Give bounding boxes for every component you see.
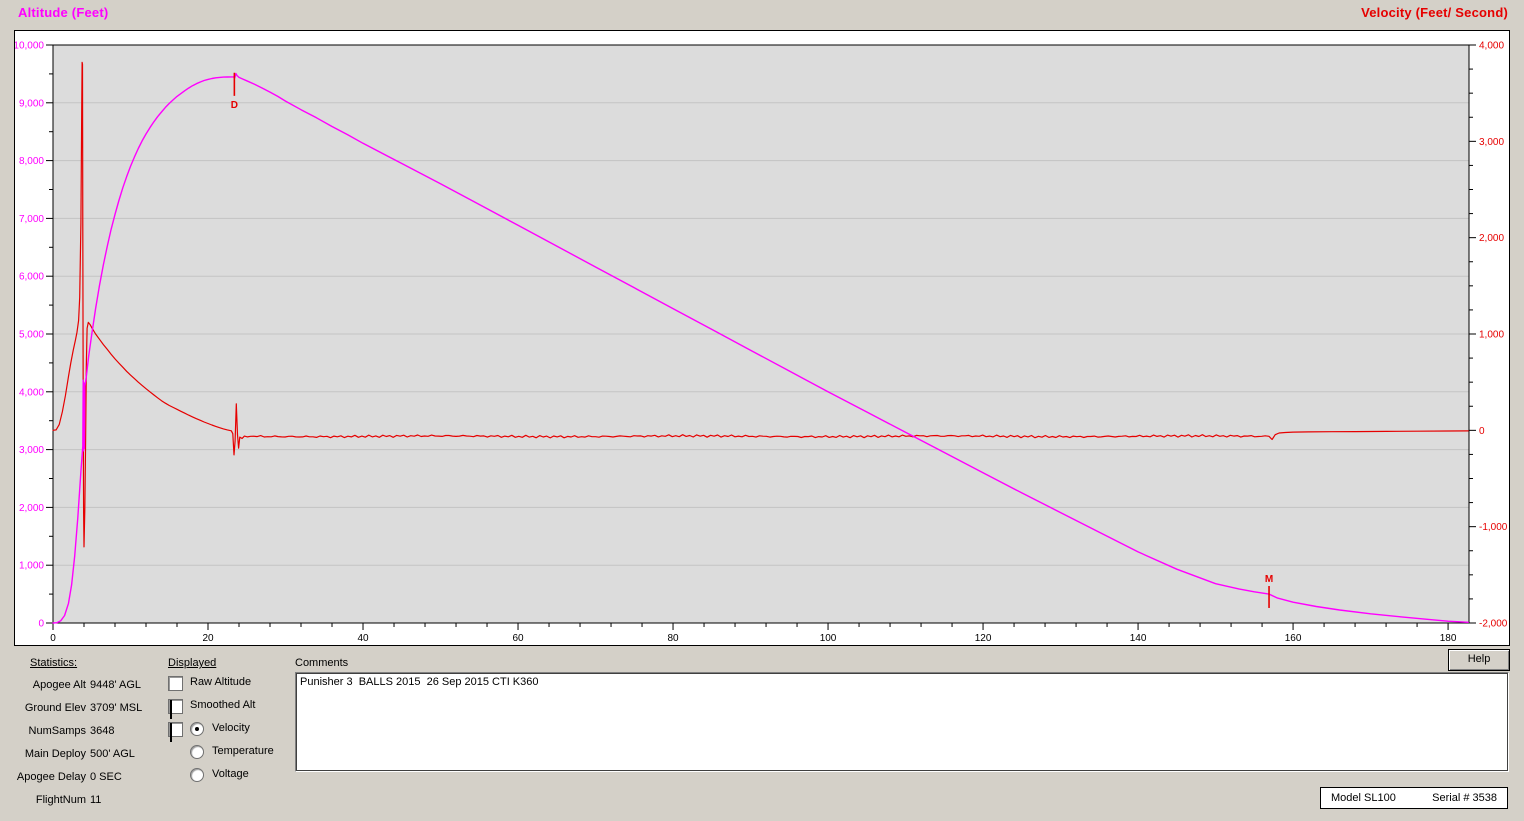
right-axis-tick-label: 2,000 <box>1479 233 1504 244</box>
displayed-header: Displayed <box>168 657 216 669</box>
device-model: Model SL100 <box>1331 792 1396 804</box>
device-info-box: Model SL100 Serial # 3538 <box>1320 787 1508 809</box>
stat-label: NumSamps <box>16 725 86 737</box>
x-axis-tick-label: 20 <box>202 633 214 643</box>
velocity-label: Velocity <box>212 722 250 734</box>
right-axis-tick-label: -2,000 <box>1479 619 1507 630</box>
smoothed-alt-checkbox[interactable] <box>168 699 183 714</box>
stat-value: 11 <box>90 794 101 806</box>
flight-chart-widget: 0 1,000 2,000 3,000 4,000 5,000 6,000 7,000 8,00… <box>14 30 1510 646</box>
left-axis-tick-label: 5,000 <box>19 330 44 341</box>
stat-value: 3709' MSL <box>90 702 142 714</box>
temperature-label: Temperature <box>212 745 274 757</box>
raw-altitude-checkbox[interactable] <box>168 676 183 691</box>
right-axis-tick-label: 4,000 <box>1479 41 1504 52</box>
stat-value: 500' AGL <box>90 748 135 760</box>
comments-label: Comments <box>295 657 348 669</box>
left-axis-tick-label: 4,000 <box>19 387 44 398</box>
stat-label: Main Deploy <box>16 748 86 760</box>
left-axis-tick-label: 9,000 <box>19 98 44 109</box>
x-axis-tick-label: 60 <box>512 633 524 643</box>
left-axis-tick-label: 7,000 <box>19 214 44 225</box>
smoothed-alt-label: Smoothed Alt <box>190 699 255 711</box>
statistics-header: Statistics: <box>30 657 77 669</box>
x-axis-tick-label: 0 <box>50 633 56 643</box>
checkmark-icon <box>170 700 172 719</box>
marker-label-M: M <box>1265 574 1273 585</box>
right-axis-tick-label: -1,000 <box>1479 522 1507 533</box>
voltage-option: Voltage <box>190 768 204 787</box>
checkmark-icon <box>170 723 172 742</box>
flight-data-window: { "window": {"bg": "#d4d0c8"}, "titles":… <box>0 0 1524 821</box>
stat-value: 9448' AGL <box>90 679 141 691</box>
stat-value: 0 SEC <box>90 771 122 783</box>
comments-textarea[interactable]: Punisher 3 BALLS 2015 26 Sep 2015 CTI K3… <box>295 672 1509 772</box>
help-button[interactable]: Help <box>1448 649 1510 671</box>
stat-value: 3648 <box>90 725 114 737</box>
left-axis-tick-label: 1,000 <box>19 561 44 572</box>
x-axis-tick-label: 140 <box>1130 633 1147 643</box>
left-axis-tick-label: 3,000 <box>19 445 44 456</box>
velocity-axis-title: Velocity (Feet/ Second) <box>1361 5 1508 20</box>
left-axis-tick-label: 2,000 <box>19 503 44 514</box>
voltage-label: Voltage <box>212 768 249 780</box>
temperature-option: Temperature <box>190 745 204 764</box>
velocity-option: Velocity <box>168 722 183 741</box>
raw-altitude-option: Raw Altitude <box>168 676 183 695</box>
x-axis-tick-label: 180 <box>1440 633 1457 643</box>
smoothed-alt-option: Smoothed Alt <box>168 699 183 718</box>
x-axis-tick-label: 160 <box>1285 633 1302 643</box>
right-axis-tick-label: 0 <box>1479 426 1485 437</box>
x-axis-tick-label: 40 <box>357 633 369 643</box>
raw-altitude-label: Raw Altitude <box>190 676 251 688</box>
right-axis-tick-label: 3,000 <box>1479 137 1504 148</box>
stat-label: Apogee Delay <box>16 771 86 783</box>
marker-label-D: D <box>231 100 238 111</box>
stat-label: FlightNum <box>16 794 86 806</box>
flight-chart-canvas: 0 1,000 2,000 3,000 4,000 5,000 6,000 7,000 8,00… <box>15 31 1507 643</box>
velocity-radio[interactable] <box>190 722 204 736</box>
voltage-radio[interactable] <box>190 768 204 782</box>
stat-label: Apogee Alt <box>16 679 86 691</box>
velocity-checkbox[interactable] <box>168 722 183 737</box>
x-axis-tick-label: 120 <box>975 633 992 643</box>
left-axis-tick-label: 0 <box>38 619 44 630</box>
left-axis-tick-label: 10,000 <box>15 41 44 52</box>
altitude-axis-title: Altitude (Feet) <box>18 5 108 20</box>
x-axis-tick-label: 100 <box>820 633 837 643</box>
device-serial: Serial # 3538 <box>1432 792 1497 804</box>
left-axis-tick-label: 8,000 <box>19 156 44 167</box>
x-axis-tick-label: 80 <box>667 633 679 643</box>
radio-dot-icon <box>195 727 199 731</box>
left-axis-tick-label: 6,000 <box>19 272 44 283</box>
stat-label: Ground Elev <box>16 702 86 714</box>
right-axis-tick-label: 1,000 <box>1479 330 1504 341</box>
temperature-radio[interactable] <box>190 745 204 759</box>
